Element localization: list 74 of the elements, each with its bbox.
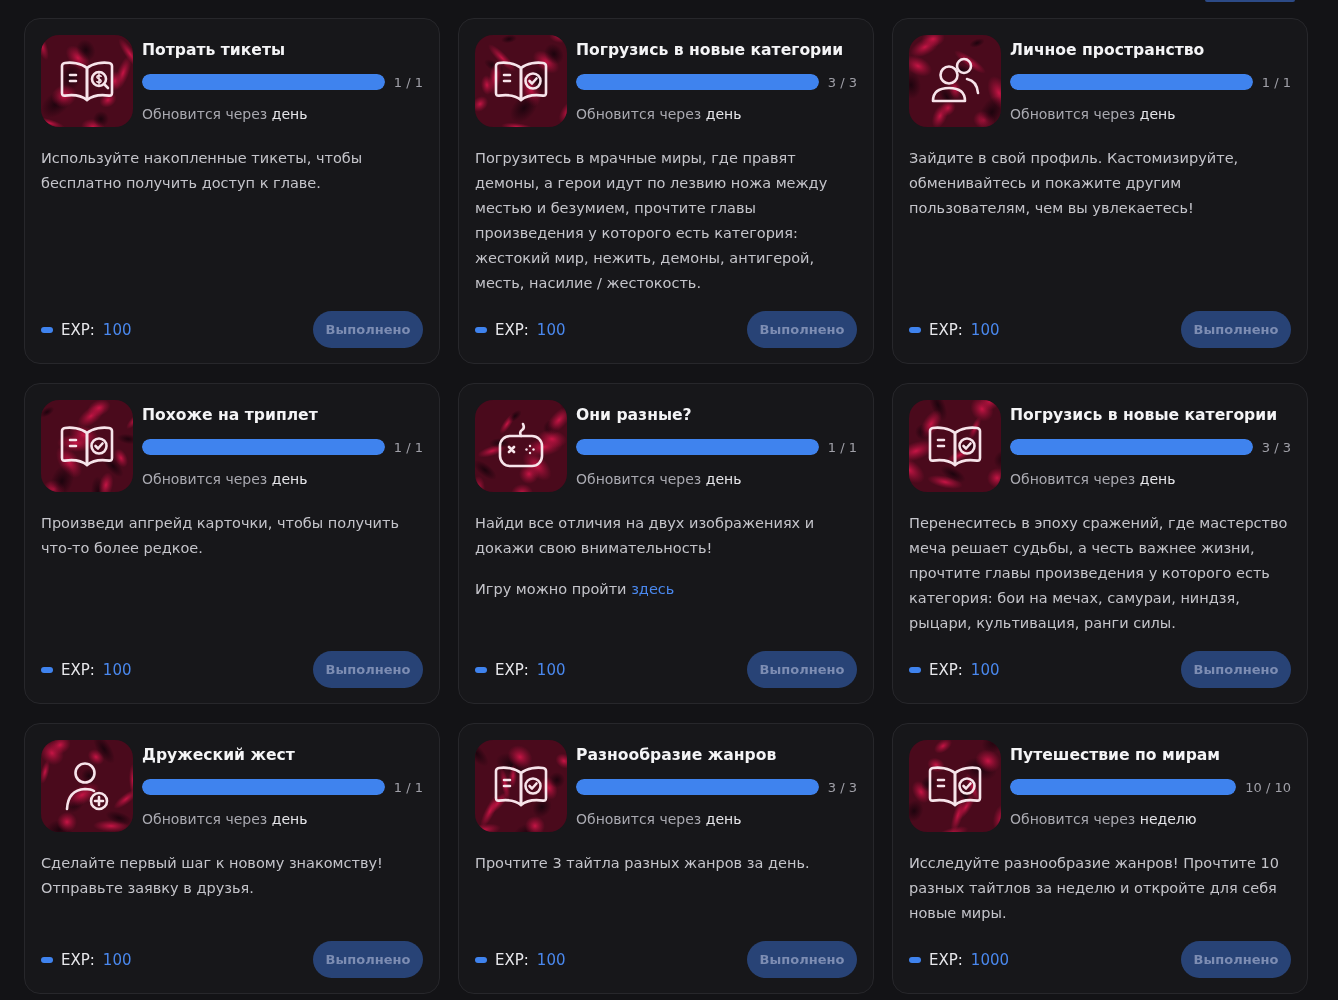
quest-title: Личное пространство: [1010, 40, 1206, 61]
quest-description: Прочтите 3 тайтла разных жанров за день.: [475, 854, 811, 873]
exp-value: 100: [970, 660, 1000, 679]
quest-title: Они разные?: [576, 405, 693, 426]
exp-label: EXP:: [61, 320, 95, 339]
refresh-text: Обновится через день: [142, 470, 309, 489]
quest-title: Путешествие по мирам: [1010, 745, 1222, 766]
progress-count: 1 / 1: [393, 74, 423, 90]
exp-label: EXP:: [929, 950, 963, 969]
refresh-text: Обновится через неделю: [1010, 810, 1198, 829]
refresh-text: Обновится через день: [1010, 105, 1177, 124]
refresh-text: Обновится через день: [1010, 470, 1177, 489]
exp-value: 100: [102, 950, 132, 969]
progress-count: 1 / 1: [393, 439, 423, 455]
book-check-icon: [909, 740, 1001, 832]
exp-label: EXP:: [495, 320, 529, 339]
progress-count: 3 / 3: [827, 74, 857, 90]
exp-label: EXP:: [495, 660, 529, 679]
quest-description: Зайдите в свой профиль. Кастомизируйте, обменивайтесь и покажите другим пользователям, чем вы увлекаетесь!: [909, 149, 1240, 218]
quest-title: Похоже на триплет: [142, 405, 319, 426]
exp-value: 100: [536, 660, 566, 679]
quest-description: Исследуйте разнообразие жанров! Прочтите 10 разных тайтлов за неделю и откройте для себя новые миры.: [909, 854, 1281, 923]
game-screen-icon: [475, 400, 567, 492]
exp-value: 100: [536, 320, 566, 339]
progress-count: 10 / 10: [1245, 779, 1291, 795]
dash-icon: [41, 956, 53, 963]
quest-title: Разнообразие жанров: [576, 745, 778, 766]
users-icon: [909, 35, 1001, 127]
exp-value: 100: [536, 950, 566, 969]
quest-title: Дружеский жест: [142, 745, 296, 766]
progress-count: 3 / 3: [1261, 439, 1291, 455]
exp-label: EXP:: [929, 320, 963, 339]
refresh-text: Обновится через день: [576, 470, 743, 489]
quest-title: Погрузись в новые категории: [576, 40, 845, 61]
book-check-icon: [475, 740, 567, 832]
progress-count: 1 / 1: [1261, 74, 1291, 90]
game-link[interactable]: здесь: [631, 581, 675, 597]
dash-icon: [909, 956, 921, 963]
book-check-icon: [41, 400, 133, 492]
exp-value: 100: [102, 660, 132, 679]
progress-count: 3 / 3: [827, 779, 857, 795]
progress-count: 1 / 1: [393, 779, 423, 795]
dash-icon: [475, 956, 487, 963]
book-coin-icon: [41, 35, 133, 127]
book-check-icon: [909, 400, 1001, 492]
exp-label: EXP:: [929, 660, 963, 679]
exp-value: 100: [970, 320, 1000, 339]
book-check-icon: [475, 35, 567, 127]
refresh-text: Обновится через день: [142, 810, 309, 829]
progress-count: 1 / 1: [827, 439, 857, 455]
exp-value: 100: [102, 320, 132, 339]
game-note: Игру можно пройти здесь: [475, 580, 676, 599]
exp-value: 1000: [970, 950, 1010, 969]
quest-description: Погрузитесь в мрачные миры, где правят демоны, а герои идут по лезвию ножа между местью и безумием, прочтите главы произведения у которого есть категория: жестокий мир, нежить, демоны, антигерой, месть, насилие / жестокость.: [475, 149, 829, 293]
refresh-text: Обновится через день: [576, 810, 743, 829]
dash-icon: [475, 326, 487, 333]
exp-label: EXP:: [61, 660, 95, 679]
exp-label: EXP:: [61, 950, 95, 969]
dash-icon: [41, 326, 53, 333]
dash-icon: [475, 666, 487, 673]
dash-icon: [909, 326, 921, 333]
quest-description: Сделайте первый шаг к новому знакомству! Отправьте заявку в друзья.: [41, 854, 384, 898]
quest-description: Произведи апгрейд карточки, чтобы получить что-то более редкое.: [41, 514, 400, 558]
exp-label: EXP:: [495, 950, 529, 969]
user-add-icon: [41, 740, 133, 832]
quest-title: Потрать тикеты: [142, 40, 287, 61]
quest-description: Найди все отличия на двух изображениях и докажи свою внимательность!: [475, 514, 816, 558]
quest-description: Перенеситесь в эпоху сражений, где мастерство меча решает судьбы, а честь важнее жизни, прочтите главы произведения у которого есть категория: бои на мечах, самураи, ниндзя, рыцари, культивация, ранги силы.: [909, 514, 1289, 633]
refresh-text: Обновится через день: [576, 105, 743, 124]
dash-icon: [41, 666, 53, 673]
dash-icon: [909, 666, 921, 673]
quest-title: Погрузись в новые категории: [1010, 405, 1279, 426]
quest-description: Используйте накопленные тикеты, чтобы бесплатно получить доступ к главе.: [41, 149, 364, 193]
refresh-text: Обновится через день: [142, 105, 309, 124]
